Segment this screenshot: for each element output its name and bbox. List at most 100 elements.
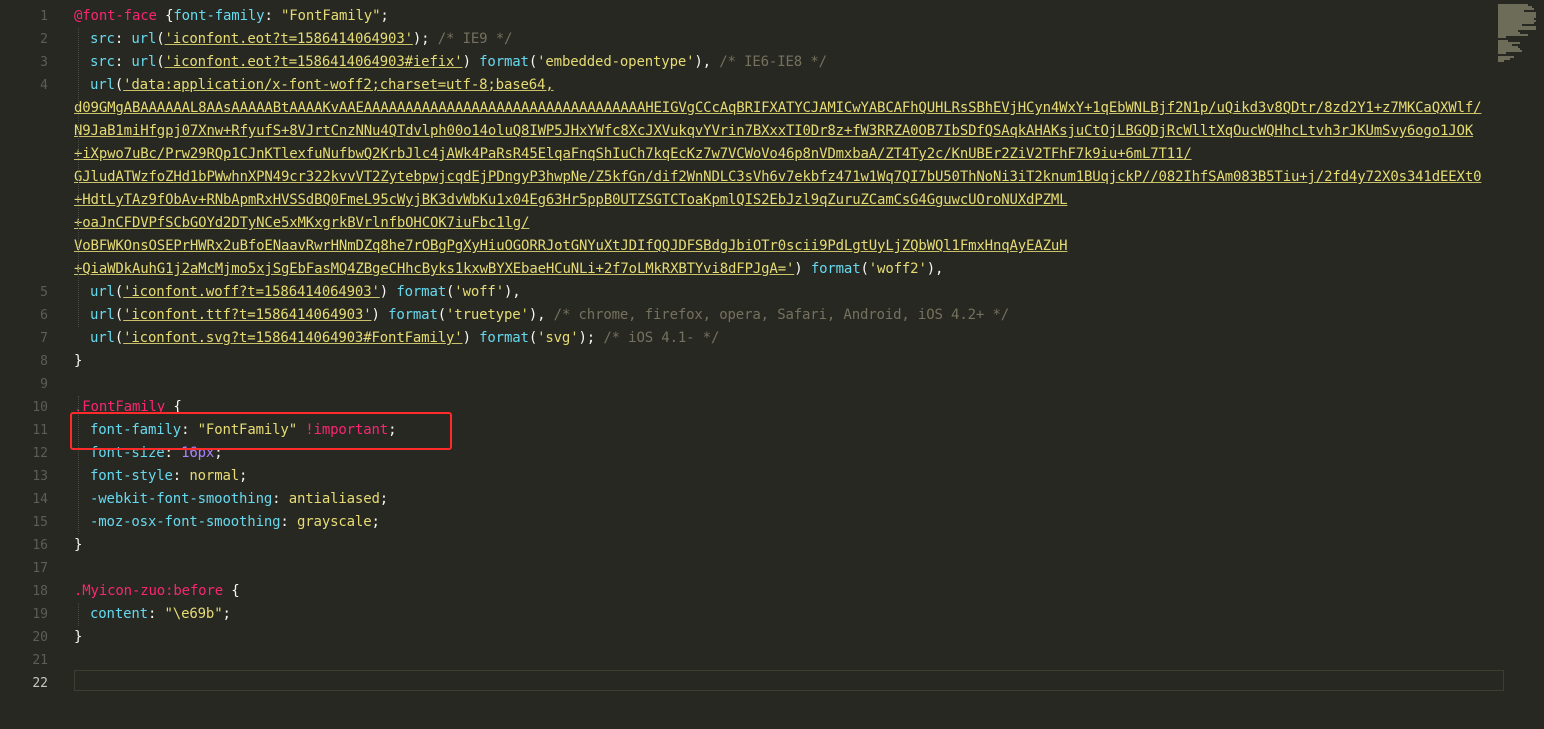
code-line[interactable]: src: url('iconfont.eot?t=1586414064903#i… <box>74 51 827 74</box>
code-token: format <box>396 284 447 300</box>
line-number: 5 <box>40 285 48 300</box>
code-token: { <box>156 8 174 24</box>
code-token: ) <box>371 307 389 323</box>
code-token: 'svg' <box>537 330 579 346</box>
code-token: src <box>90 54 115 70</box>
minimap[interactable] <box>1498 4 1536 62</box>
code-token: grayscale <box>296 514 372 530</box>
code-token: : <box>172 468 190 484</box>
code-token: ) <box>462 54 480 70</box>
line-number: 3 <box>40 55 48 70</box>
minimap-line <box>1498 52 1506 54</box>
code-token: d09GMgABAAAAAAL8AAsAAAAABtAAAAKvAAEAAAAA… <box>74 100 1482 116</box>
line-number: 16 <box>32 538 48 553</box>
code-token: normal <box>189 468 240 484</box>
code-line[interactable]: N9JaB1miHfgpj07Xnw+RfyufS+8VJrtCnzNNu4QT… <box>74 120 1473 143</box>
code-token: : <box>114 31 132 47</box>
code-line[interactable]: src: url('iconfont.eot?t=1586414064903')… <box>74 28 512 51</box>
code-token: ( <box>156 31 165 47</box>
code-editor[interactable]: 1 2 3 4 5 6 7 8 9 10 11 12 13 14 15 16 17 18 19 20 21 22 @fon… <box>0 0 1544 729</box>
code-line[interactable]: } <box>74 534 82 557</box>
line-number: 2 <box>40 32 48 47</box>
code-token: /* IE9 */ <box>429 31 513 47</box>
code-line[interactable]: +HdtLyTAz9fObAv+RNbApmRxHVSSdBQ0FmeL95cW… <box>74 189 1068 212</box>
code-token: ( <box>114 330 124 346</box>
code-token: 'woff2' <box>868 261 927 277</box>
code-token: : <box>272 491 289 507</box>
code-line[interactable]: +iXpwo7uBc/Prw29RQp1CJnKTlexfuNufbwQ2Krb… <box>74 143 1192 166</box>
code-line[interactable]: } <box>74 350 82 373</box>
code-line[interactable]: url('iconfont.woff?t=1586414064903') for… <box>74 281 521 304</box>
code-line[interactable]: VoBFWKOnsOSEPrHWRx2uBfoENaavRwrHNmDZq8he… <box>74 235 1068 258</box>
code-token: ); <box>412 31 430 47</box>
line-number <box>0 258 48 281</box>
code-line[interactable]: d09GMgABAAAAAAL8AAsAAAAABtAAAAKvAAEAAAAA… <box>74 97 1482 120</box>
code-token: ), <box>694 54 711 70</box>
code-token: ( <box>528 54 538 70</box>
code-token: ), <box>503 284 521 300</box>
code-token: ; <box>371 514 380 530</box>
code-token: ; <box>379 491 389 507</box>
code-token: 'iconfont.woff?t=1586414064903' <box>123 284 380 300</box>
code-token: ; <box>380 8 389 24</box>
indent-guide <box>78 28 79 327</box>
line-number: 15 <box>32 515 48 530</box>
line-number: 10 <box>32 400 48 415</box>
line-number: 13 <box>32 469 48 484</box>
code-token: 'iconfont.eot?t=1586414064903#iefix' <box>164 54 463 70</box>
code-line[interactable]: +QiaWDkAuhG1j2aMcMjmo5xjSgEbFasMQ4ZBgeCH… <box>74 258 943 281</box>
code-line[interactable]: font-style: normal; <box>74 465 247 488</box>
code-token: N9JaB1miHfgpj07Xnw+RfyufS+8VJrtCnzNNu4QT… <box>74 123 1474 139</box>
code-line[interactable]: -webkit-font-smoothing: antialiased; <box>74 488 388 511</box>
code-token: /* IE6-IE8 */ <box>710 54 827 70</box>
line-number <box>0 97 48 120</box>
code-token: "\e69b" <box>164 606 223 622</box>
line-number <box>0 235 48 258</box>
code-token: +oaJnCFDVPfSCbGOYd2DTyNCe5xMKxgrkBVrlnfb… <box>74 215 530 231</box>
code-token: ( <box>860 261 869 277</box>
code-token: 'iconfont.ttf?t=1586414064903' <box>123 307 372 323</box>
code-token: ( <box>114 284 124 300</box>
code-line[interactable]: +oaJnCFDVPfSCbGOYd2DTyNCe5xMKxgrkBVrlnfb… <box>74 212 529 235</box>
code-token: ; <box>239 468 248 484</box>
code-token: +iXpwo7uBc/Prw29RQp1CJnKTlexfuNufbwQ2Krb… <box>74 146 1192 162</box>
code-line[interactable]: url('iconfont.svg?t=1586414064903#FontFa… <box>74 327 719 350</box>
code-line[interactable]: GJludATWzfoZHd1bPWwhnXPN49cr322kvvVT2Zyt… <box>74 166 1482 189</box>
code-line[interactable]: content: "\e69b"; <box>74 603 231 626</box>
code-line[interactable]: } <box>74 626 82 649</box>
code-token: font-style <box>90 468 173 484</box>
code-token: 'iconfont.svg?t=1586414064903#FontFamily… <box>123 330 463 346</box>
code-line[interactable]: @font-face {font-family: "FontFamily"; <box>74 5 389 28</box>
code-token: { <box>223 583 240 599</box>
line-number: 17 <box>32 561 48 576</box>
code-token: : <box>147 606 165 622</box>
line-number: 11 <box>32 423 48 438</box>
code-line[interactable]: url('iconfont.ttf?t=1586414064903') form… <box>74 304 1009 327</box>
code-token: ), <box>926 261 944 277</box>
code-token: .Myicon-zuo:before <box>74 583 224 599</box>
code-token: ( <box>437 307 447 323</box>
code-token: -moz-osx-font-smoothing <box>90 514 281 530</box>
code-token: url <box>90 307 115 323</box>
code-token: content <box>90 606 148 622</box>
code-token: ( <box>114 77 124 93</box>
code-token: GJludATWzfoZHd1bPWwhnXPN49cr322kvvVT2Zyt… <box>74 169 1482 185</box>
minimap-line <box>1498 36 1506 38</box>
code-token: format <box>810 261 861 277</box>
code-token: antialiased <box>288 491 380 507</box>
code-token: url <box>131 54 157 70</box>
code-token: -webkit-font-smoothing <box>90 491 273 507</box>
line-number: 18 <box>32 584 48 599</box>
code-token: VoBFWKOnsOSEPrHWRx2uBfoENaavRwrHNmDZq8he… <box>74 238 1068 254</box>
line-number: 7 <box>40 331 48 346</box>
code-token: : <box>280 514 297 530</box>
line-number: 9 <box>40 377 48 392</box>
code-line[interactable]: -moz-osx-font-smoothing: grayscale; <box>74 511 380 534</box>
line-number <box>0 189 48 212</box>
code-token: @font-face <box>74 8 157 24</box>
code-token: +HdtLyTAz9fObAv+RNbApmRxHVSSdBQ0FmeL95cW… <box>74 192 1068 208</box>
code-line[interactable]: .Myicon-zuo:before { <box>74 580 240 603</box>
line-number: 22 <box>32 676 48 691</box>
line-number: 8 <box>40 354 48 369</box>
code-line[interactable]: url('data:application/x-font-woff2;chars… <box>74 74 554 97</box>
